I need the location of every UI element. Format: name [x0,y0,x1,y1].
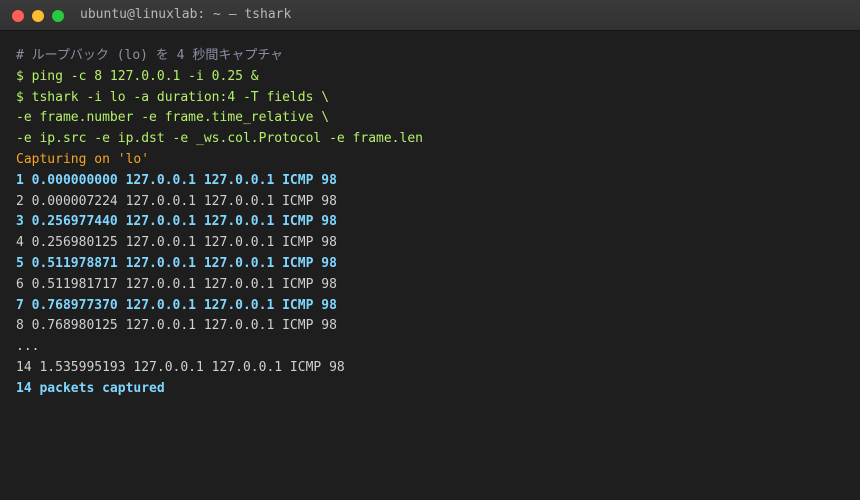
terminal-line: 4 0.256980125 127.0.0.1 127.0.0.1 ICMP 9… [16,235,337,251]
terminal-line: # ループバック (lo) を 4 秒間キャプチャ [16,48,284,63]
minimize-window-icon[interactable] [32,10,44,22]
terminal-line: Capturing on 'lo' [16,151,150,167]
maximize-window-icon[interactable] [52,10,64,22]
window-title: ubuntu@linuxlab: ~ — tshark [80,7,292,22]
terminal-line: -e ip.src -e ip.dst -e _ws.col.Protocol … [16,131,423,147]
terminal-line: 1 0.000000000 127.0.0.1 127.0.0.1 ICMP 9… [16,172,337,188]
terminal-line: 14 packets captured [16,380,165,396]
terminal-line: 3 0.256977440 127.0.0.1 127.0.0.1 ICMP 9… [16,214,337,230]
title-bar[interactable]: ubuntu@linuxlab: ~ — tshark [0,0,860,31]
terminal-line: 2 0.000007224 127.0.0.1 127.0.0.1 ICMP 9… [16,193,337,209]
terminal-output[interactable]: # ループバック (lo) を 4 秒間キャプチャ $ ping -c 8 127… [16,46,844,400]
terminal-line: 14 1.535995193 127.0.0.1 127.0.0.1 ICMP … [16,359,345,375]
terminal-line: 5 0.511978871 127.0.0.1 127.0.0.1 ICMP 9… [16,255,337,271]
terminal-window: ubuntu@linuxlab: ~ — tshark # ループバック (lo… [0,0,860,500]
terminal-line: -e frame.number -e frame.time_relative \ [16,110,330,126]
terminal-line: ... [16,339,40,355]
terminal-line: 6 0.511981717 127.0.0.1 127.0.0.1 ICMP 9… [16,276,337,292]
close-window-icon[interactable] [12,10,24,22]
terminal-line: $ tshark -i lo -a duration:4 -T fields \ [16,89,330,105]
terminal-line: 7 0.768977370 127.0.0.1 127.0.0.1 ICMP 9… [16,297,337,313]
terminal-line: 8 0.768980125 127.0.0.1 127.0.0.1 ICMP 9… [16,318,337,334]
terminal-line: $ ping -c 8 127.0.0.1 -i 0.25 & [16,68,259,84]
